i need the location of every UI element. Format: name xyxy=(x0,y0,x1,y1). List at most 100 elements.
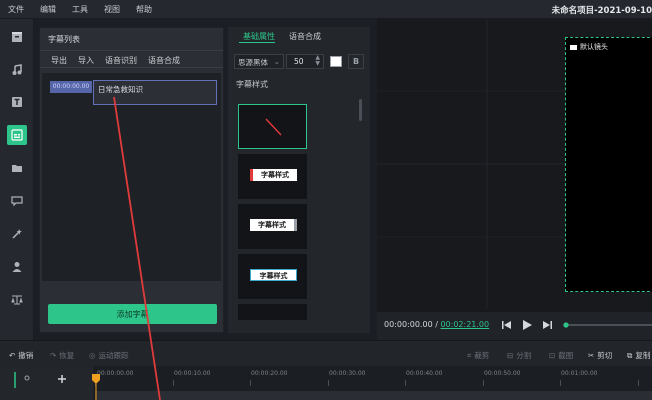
total-time[interactable]: 00:02:21.00 xyxy=(440,320,489,329)
font-color-swatch[interactable] xyxy=(330,56,342,67)
copy-icon: ⧉ xyxy=(627,350,633,360)
font-size-value: 50 xyxy=(294,57,304,66)
snapshot-label: 截图 xyxy=(558,351,574,360)
bold-button[interactable]: B xyxy=(348,54,364,69)
style-preview-text: 字幕样式 xyxy=(250,269,297,281)
style-tile-2[interactable]: 字幕样式 xyxy=(238,204,307,249)
mic-icon[interactable] xyxy=(24,375,30,381)
style-tile-none[interactable] xyxy=(238,104,307,149)
crop-label: 裁剪 xyxy=(474,351,490,360)
ruler-label: 00:00:50.00 xyxy=(484,370,521,377)
styles-scrollbar[interactable] xyxy=(359,99,362,121)
left-sidebar xyxy=(0,19,34,340)
menu-view[interactable]: 视图 xyxy=(104,4,120,15)
ruler-label: 00:00:20.00 xyxy=(251,370,288,377)
menu-edit[interactable]: 编辑 xyxy=(40,4,56,15)
menu-help[interactable]: 帮助 xyxy=(136,4,152,15)
split-icon: ⊟ xyxy=(507,351,514,360)
export-button[interactable]: 导出 xyxy=(51,51,67,67)
music-icon[interactable] xyxy=(7,60,27,80)
time-separator: / xyxy=(435,320,438,329)
cut-button[interactable]: ✂ 剪切 xyxy=(588,350,612,361)
ruler-tick xyxy=(250,380,251,386)
menu-file[interactable]: 文件 xyxy=(8,4,24,15)
scissors-icon: ✂ xyxy=(588,351,595,360)
add-subtitle-button[interactable]: 添加字幕 xyxy=(48,304,217,324)
add-track-icon[interactable] xyxy=(58,375,66,383)
filter-icon[interactable] xyxy=(7,290,27,310)
properties-tabs: 基础属性 语音合成 xyxy=(228,27,370,44)
timeline: 00:00:00.00 00:00:10.00 00:00:20.00 00:0… xyxy=(0,366,652,400)
tab-basic-properties[interactable]: 基础属性 xyxy=(243,31,275,42)
ruler-label: 00:00:40.00 xyxy=(406,370,443,377)
font-size-stepper[interactable]: 50 ▲ ▼ xyxy=(286,54,324,69)
subtitle-icon[interactable] xyxy=(7,125,27,145)
style-tile-3[interactable]: 字幕样式 xyxy=(238,254,307,299)
camera-label: 默认镜头 xyxy=(570,42,608,52)
effects-icon[interactable] xyxy=(7,224,27,244)
motion-tracking-label: 运动跟踪 xyxy=(98,351,129,360)
person-icon[interactable] xyxy=(7,257,27,277)
preview-canvas[interactable]: 默认镜头 xyxy=(565,37,652,292)
ruler-label: 00:00:00.00 xyxy=(97,370,134,377)
ruler-tick xyxy=(483,380,484,386)
media-library-icon[interactable] xyxy=(7,27,27,47)
ruler-tick xyxy=(405,380,406,386)
camera-icon xyxy=(570,44,577,50)
playback-time: 00:00:00.00 / 00:02:21.00 xyxy=(384,320,489,329)
stepper-arrows-icon[interactable]: ▲ ▼ xyxy=(315,55,320,67)
cut-label: 剪切 xyxy=(597,351,613,360)
subtitle-actions: 导出 导入 语音识别 语音合成 xyxy=(40,50,223,68)
text-icon[interactable] xyxy=(7,92,27,112)
style-tile-4[interactable] xyxy=(238,304,307,320)
ruler-label: 00:00:30.00 xyxy=(329,370,366,377)
split-button[interactable]: ⊟ 分割 xyxy=(507,350,531,361)
ruler-tick xyxy=(173,380,174,386)
undo-label: 撤销 xyxy=(18,351,34,360)
crop-icon: ⌗ xyxy=(467,350,472,360)
ruler-tick xyxy=(560,380,561,386)
timeline-track[interactable] xyxy=(95,391,652,400)
subtitle-time[interactable]: 00:00:00.00 xyxy=(50,81,92,93)
import-button[interactable]: 导入 xyxy=(78,51,94,67)
split-label: 分割 xyxy=(516,351,532,360)
style-tile-1[interactable]: 字幕样式 xyxy=(238,154,307,199)
ruler-tick xyxy=(638,380,639,386)
window-title: 未命名项目-2021-09-10 xyxy=(551,6,652,16)
subtitle-list-panel: 字幕列表 导出 导入 语音识别 语音合成 00:00:00.00 日常急救知识 … xyxy=(39,27,224,333)
edit-toolbar: ↶ 撤销 ↷ 恢复 ◎ 运动跟踪 ⌗ 裁剪 ⊟ 分割 ⊡ 截图 ✂ 剪切 ⧉ 复制 xyxy=(0,340,652,366)
font-value: 思源黑体 xyxy=(238,58,268,67)
subtitle-text-input[interactable]: 日常急救知识 xyxy=(93,80,217,105)
style-preview-text: 字幕样式 xyxy=(250,169,297,181)
no-style-icon xyxy=(265,118,282,136)
snapshot-icon: ⊡ xyxy=(549,351,556,360)
ruler-tick xyxy=(328,380,329,386)
motion-tracking-button[interactable]: ◎ 运动跟踪 xyxy=(89,350,129,361)
ruler-label: 00:00:10.00 xyxy=(174,370,211,377)
subtitle-style-label: 字幕样式 xyxy=(236,80,268,89)
undo-icon: ↶ xyxy=(9,351,16,360)
menu-bar: 文件 编辑 工具 视图 帮助 未命名项目-2021-09-10 xyxy=(0,0,652,19)
timeline-header xyxy=(0,366,93,400)
speech-synthesis-button[interactable]: 语音合成 xyxy=(148,51,180,67)
speech-recognition-button[interactable]: 语音识别 xyxy=(105,51,137,67)
subtitle-list: 00:00:00.00 日常急救知识 xyxy=(42,73,221,281)
redo-label: 恢复 xyxy=(59,351,75,360)
copy-button[interactable]: ⧉ 复制 xyxy=(627,350,650,361)
folder-icon[interactable] xyxy=(7,158,27,178)
chevron-down-icon: ⌄ xyxy=(273,57,280,66)
playhead[interactable] xyxy=(90,366,102,400)
redo-button[interactable]: ↷ 恢复 xyxy=(50,350,74,361)
font-select[interactable]: 思源黑体 ⌄ xyxy=(234,54,284,69)
motion-tracking-icon: ◎ xyxy=(89,351,96,360)
crop-button[interactable]: ⌗ 裁剪 xyxy=(467,350,489,361)
menu-tools[interactable]: 工具 xyxy=(72,4,88,15)
tab-speech-synthesis[interactable]: 语音合成 xyxy=(289,31,321,42)
timeline-ruler[interactable]: 00:00:00.00 00:00:10.00 00:00:20.00 00:0… xyxy=(95,366,652,388)
comment-icon[interactable] xyxy=(7,191,27,211)
snapshot-button[interactable]: ⊡ 截图 xyxy=(549,350,573,361)
undo-button[interactable]: ↶ 撤销 xyxy=(9,350,33,361)
current-time: 00:00:00.00 xyxy=(384,320,433,329)
timeline-header-icons xyxy=(14,372,66,388)
copy-label: 复制 xyxy=(635,351,651,360)
